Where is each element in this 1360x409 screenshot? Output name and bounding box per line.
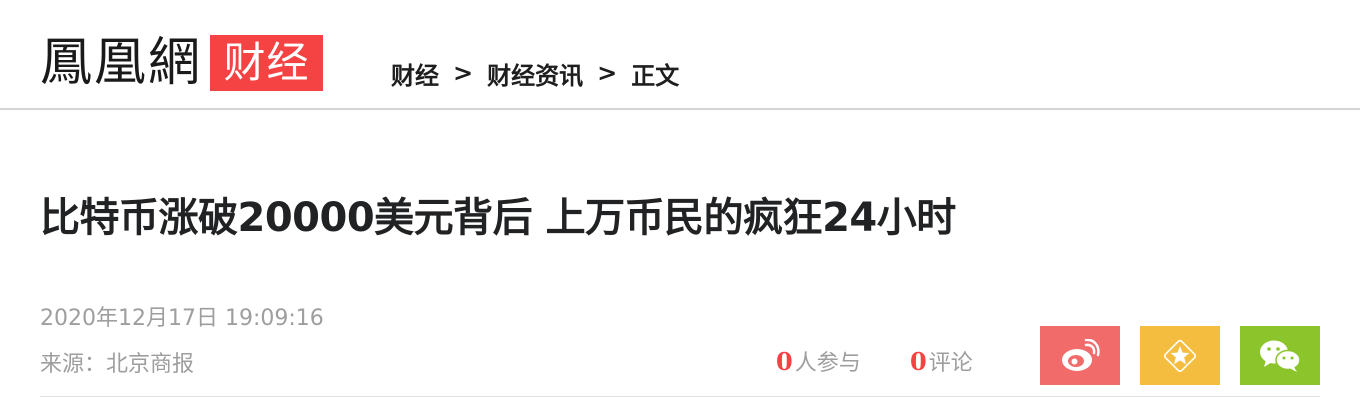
favorite-button[interactable] [1140,326,1220,385]
breadcrumb-separator: > [597,59,618,87]
site-header: 鳳凰網 财经 财经 > 财经资讯 > 正文 [0,0,1360,110]
share-weibo-button[interactable] [1040,326,1120,385]
article-title: 比特币涨破20000美元背后 上万币民的疯狂24小时 [40,195,956,241]
logo-text: 鳳凰網 [40,33,203,93]
wechat-icon [1260,340,1301,372]
logo-channel-badge: 财经 [210,35,324,91]
breadcrumb-separator: > [453,59,474,87]
participants-label: 人参与 [794,351,861,376]
breadcrumb-item-article: 正文 [631,61,680,90]
breadcrumb-item-finance[interactable]: 财经 [391,56,439,91]
article-datetime: 2020年12月17日 19:09:16 [40,306,324,331]
comments-link[interactable]: 0 评论 [910,345,973,377]
share-wechat-button[interactable] [1240,326,1320,385]
participants-count: 0 [776,346,793,376]
divider [40,396,1320,397]
star-icon [1163,339,1197,372]
comments-label: 评论 [928,351,973,376]
article-source: 来源：北京商报 [40,352,195,377]
breadcrumb: 财经 > 财经资讯 > 正文 [391,55,679,91]
breadcrumb-item-finance-news[interactable]: 财经资讯 [487,56,583,91]
comments-count: 0 [910,346,927,376]
weibo-icon [1062,338,1100,371]
site-logo[interactable]: 鳳凰網 财经 [40,33,324,93]
participants-link[interactable]: 0 人参与 [776,345,861,377]
